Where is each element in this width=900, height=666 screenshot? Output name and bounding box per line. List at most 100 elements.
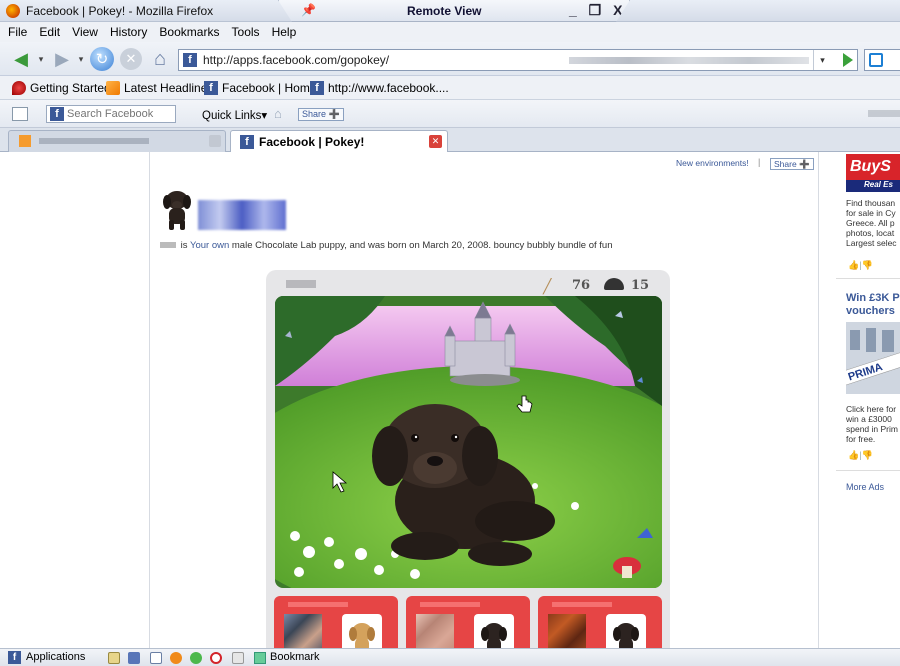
ad-text-line: Find thousan [846,198,896,208]
redacted-friend-photo [548,614,586,648]
menu-view[interactable]: View [72,25,98,39]
facebook-icon: f [50,107,64,121]
menu-history[interactable]: History [110,25,147,39]
bookmark-button[interactable]: Bookmark [270,651,320,663]
bone-icon: ╱ [543,278,552,294]
remote-view-bar[interactable]: 📌 Remote View _ ❐ X [278,0,630,22]
app-green-icon[interactable] [190,652,202,664]
bookmark-latest-headlines[interactable]: Latest Headlines [106,81,213,95]
menu-help[interactable]: Help [272,25,297,39]
getting-started-icon [12,81,26,95]
ad-headline[interactable]: Win £3K P [846,292,900,304]
menu-bookmarks[interactable]: Bookmarks [159,25,219,39]
quick-links-menu[interactable]: Quick Links▾ [202,108,267,122]
left-gutter [0,152,150,648]
calendar-icon[interactable] [150,652,162,664]
friends-icon[interactable] [128,652,140,664]
url-bar[interactable]: f http://apps.facebook.com/gopokey/ ▾ [178,49,858,71]
friend-pet-icon [474,614,514,648]
bookmark-facebook-url[interactable]: f http://www.facebook.... [310,81,449,95]
home-icon[interactable]: ⌂ [148,48,172,70]
share-button[interactable]: Share ➕ [770,158,814,170]
menu-bar: File Edit View History Bookmarks Tools H… [0,22,900,42]
applications-menu[interactable]: Applications [26,651,85,663]
food-bowl-icon [604,278,624,290]
desc-is: is [180,240,188,251]
menu-edit[interactable]: Edit [39,25,60,39]
ad-headline[interactable]: vouchers [846,305,900,317]
facebook-icon: f [240,135,254,149]
new-environments-link[interactable]: New environments! [676,158,749,168]
redacted-friend-photo [416,614,454,648]
tab-facebook-pokey[interactable]: f Facebook | Pokey! ✕ [230,130,448,152]
bookmark-label: http://www.facebook.... [328,81,449,95]
menu-tools[interactable]: Tools [232,25,260,39]
your-own-link[interactable]: Your own [190,240,229,251]
app-orange-icon[interactable] [170,652,182,664]
stop-icon[interactable]: ✕ [120,48,142,70]
friend-pet-card[interactable] [406,596,530,648]
redacted-owner [160,242,176,248]
friend-pet-card[interactable] [274,596,398,648]
friend-pet-card[interactable] [538,596,662,648]
facebook-taskbar: f Applications Bookmark [0,648,900,666]
bookmarks-bar: Getting Started Latest Headlines f Faceb… [0,76,900,100]
remote-view-title: Remote View [407,4,482,18]
notes-icon[interactable] [108,652,120,664]
ad-text-line: for free. [846,434,876,444]
pet-description: is Your own male Chocolate Lab puppy, an… [160,240,613,251]
facebook-icon: f [204,81,218,95]
app-red-icon[interactable] [210,652,222,664]
bookmark-label: Getting Started [30,81,111,95]
search-engine-icon [869,53,883,67]
go-icon[interactable] [843,53,853,67]
redacted-friend-name [420,602,480,607]
puppy-avatar-icon [163,191,191,230]
tab-favicon-icon [19,135,31,147]
window-controls[interactable]: _ ❐ X [569,2,626,19]
navigation-toolbar: ◀ ▾ ▶ ▾ ↻ ✕ ⌂ f http://apps.facebook.com… [0,42,900,76]
share-button[interactable]: Share ➕ [298,108,344,121]
back-arrow-icon[interactable]: ◀ [8,48,34,70]
pet-card: ╱ 76 15 [266,270,670,648]
facebook-search-box[interactable]: f [46,105,176,123]
redacted-friend-name [552,602,612,607]
forward-arrow-icon[interactable]: ▶ [50,48,74,70]
facebook-home-icon[interactable]: ⌂ [274,106,282,121]
facebook-icon: f [8,651,21,664]
close-tab-icon[interactable]: ✕ [429,135,442,148]
facebook-search-input[interactable] [67,107,173,121]
more-ads-link[interactable]: More Ads [846,482,884,492]
firefox-icon [6,4,20,18]
menu-file[interactable]: File [8,25,27,39]
link-separator: | [758,157,761,167]
tab-strip: f Facebook | Pokey! ✕ [0,128,900,152]
tab-other[interactable] [8,130,226,152]
back-dropdown-icon[interactable]: ▾ [36,48,46,70]
tab-label: Facebook | Pokey! [259,135,365,149]
bookmark-facebook-home[interactable]: f Facebook | Home [204,81,317,95]
ad-image-primark[interactable]: PRIMA [846,322,900,394]
share-label: Share [302,109,327,119]
url-history-dropdown-icon[interactable]: ▾ [813,50,831,70]
redacted-tab-title [39,138,149,144]
forward-dropdown-icon[interactable]: ▾ [76,48,86,70]
pin-icon[interactable]: 📌 [301,3,316,17]
ad-text-line: photos, locat [846,228,895,238]
reload-icon[interactable]: ↻ [90,47,114,71]
toolbar-menu-icon[interactable] [12,107,28,121]
close-tab-icon[interactable] [209,135,221,147]
pet-environment-scene[interactable] [275,296,662,588]
app-gray-icon[interactable] [232,652,244,664]
ad-like-dislike-icon[interactable]: 👍|👎 [848,260,873,271]
window-title: Facebook | Pokey! - Mozilla Firefox [26,4,214,18]
bookmark-getting-started[interactable]: Getting Started [12,81,111,95]
search-engine-box[interactable] [864,49,900,71]
ad-subtitle: Real Es [846,180,900,192]
ad-banner-buysell[interactable]: BuyS Real Es [846,154,900,192]
url-text[interactable]: http://apps.facebook.com/gopokey/ [203,53,389,67]
site-favicon-icon: f [183,53,197,67]
ad-like-dislike-icon[interactable]: 👍|👎 [848,450,873,461]
facebook-toolbar: f Quick Links▾ ⌂ Share ➕ [0,100,900,128]
redacted-friend-photo [284,614,322,648]
